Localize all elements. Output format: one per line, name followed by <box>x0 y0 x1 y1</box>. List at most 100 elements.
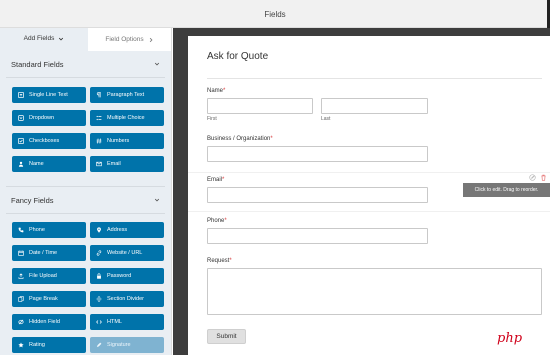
field-button-label: Dropdown <box>29 115 55 121</box>
upload-icon <box>18 273 24 279</box>
field-button-hidden-field[interactable]: Hidden Field <box>12 314 86 330</box>
dropdown-icon <box>18 115 24 121</box>
request-textarea[interactable] <box>207 268 542 315</box>
standard-fields-grid: Single Line Text Paragraph Text Dropdown… <box>0 78 171 172</box>
code-icon <box>96 320 102 324</box>
link-icon <box>96 250 102 256</box>
trash-icon[interactable] <box>540 174 547 181</box>
chevron-down-icon <box>59 37 64 40</box>
form-canvas: Ask for Quote Name* First Last Business … <box>173 28 550 355</box>
required-mark: * <box>229 258 232 264</box>
submit-button[interactable]: Submit <box>207 329 246 344</box>
field-button-file-upload[interactable]: File Upload <box>12 268 86 284</box>
field-button-label: Signature <box>107 342 131 348</box>
edit-hint-tooltip: Click to edit. Drag to reorder. <box>463 183 550 197</box>
phone-input[interactable] <box>207 228 428 244</box>
eye-slash-icon <box>18 319 24 325</box>
business-label: Business / Organization* <box>207 136 273 142</box>
field-button-label: HTML <box>107 319 122 325</box>
phone-icon <box>18 227 24 233</box>
divider-icon <box>96 296 102 302</box>
business-label-text: Business / Organization <box>207 136 271 142</box>
last-name-input[interactable] <box>321 98 428 114</box>
form-preview: Ask for Quote Name* First Last Business … <box>188 36 550 355</box>
field-button-label: Paragraph Text <box>107 92 145 98</box>
field-button-multiple-choice[interactable]: Multiple Choice <box>90 110 164 126</box>
field-button-label: Checkboxes <box>29 138 60 144</box>
field-button-label: Date / Time <box>29 250 58 256</box>
pen-icon <box>96 342 102 348</box>
chevron-down-icon <box>154 62 160 66</box>
hash-icon <box>96 138 102 144</box>
envelope-icon <box>96 161 102 167</box>
last-name-sublabel: Last <box>321 116 331 122</box>
field-button-date-time[interactable]: Date / Time <box>12 245 86 261</box>
field-button-address[interactable]: Address <box>90 222 164 238</box>
email-input[interactable] <box>207 187 428 203</box>
field-button-checkboxes[interactable]: Checkboxes <box>12 133 86 149</box>
sidebar-tabs: Add Fields Field Options <box>0 28 171 51</box>
name-label-text: Name <box>207 88 224 94</box>
text-icon <box>18 92 24 98</box>
field-button-name[interactable]: Name <box>12 156 86 172</box>
watermark-logo: php <box>488 331 534 349</box>
name-label: Name* <box>207 88 225 94</box>
field-button-email[interactable]: Email <box>90 156 164 172</box>
field-button-label: Website / URL <box>107 250 143 256</box>
field-button-section-divider[interactable]: Section Divider <box>90 291 164 307</box>
field-button-phone[interactable]: Phone <box>12 222 86 238</box>
standard-fields-header[interactable]: Standard Fields <box>0 51 171 77</box>
tab-field-options-label: Field Options <box>105 36 144 43</box>
field-button-password[interactable]: Password <box>90 268 164 284</box>
field-button-dropdown[interactable]: Dropdown <box>12 110 86 126</box>
fancy-fields-header[interactable]: Fancy Fields <box>0 187 171 213</box>
field-button-label: Email <box>107 161 121 167</box>
field-button-label: Phone <box>29 227 45 233</box>
field-button-label: Single Line Text <box>29 92 68 98</box>
pages-icon <box>18 296 24 302</box>
request-label-text: Request <box>207 258 230 264</box>
field-button-numbers[interactable]: Numbers <box>90 133 164 149</box>
paragraph-icon <box>96 92 101 98</box>
tab-field-options[interactable]: Field Options <box>88 28 171 51</box>
user-icon <box>18 161 24 167</box>
duplicate-icon[interactable] <box>529 174 536 181</box>
email-label: Email* <box>207 177 224 183</box>
field-button-single-line-text[interactable]: Single Line Text <box>12 87 86 103</box>
field-button-html[interactable]: HTML <box>90 314 164 330</box>
field-button-label: Name <box>29 161 44 167</box>
required-mark: * <box>222 177 225 183</box>
required-mark: * <box>224 218 227 224</box>
field-button-label: Rating <box>29 342 45 348</box>
required-mark: * <box>223 88 226 94</box>
top-bar: Fields <box>0 0 550 28</box>
field-button-label: Password <box>107 273 132 279</box>
request-label: Request* <box>207 258 232 264</box>
chevron-right-icon <box>149 37 153 42</box>
field-button-paragraph-text[interactable]: Paragraph Text <box>90 87 164 103</box>
star-icon <box>18 342 24 348</box>
map-pin-icon <box>97 227 101 233</box>
checkbox-icon <box>18 138 24 144</box>
field-button-label: Section Divider <box>107 296 144 302</box>
field-button-website-url[interactable]: Website / URL <box>90 245 164 261</box>
calendar-icon <box>18 250 24 256</box>
form-title: Ask for Quote <box>207 51 269 62</box>
field-button-label: Multiple Choice <box>107 115 145 121</box>
tab-add-fields-label: Add Fields <box>23 35 55 42</box>
phone-label-text: Phone <box>207 218 225 224</box>
tab-add-fields[interactable]: Add Fields <box>0 28 88 51</box>
page-title: Fields <box>264 10 286 19</box>
field-button-label: Page Break <box>29 296 58 302</box>
field-button-page-break[interactable]: Page Break <box>12 291 86 307</box>
first-name-input[interactable] <box>207 98 313 114</box>
field-button-signature[interactable]: Signature <box>90 337 164 353</box>
fancy-fields-grid: Phone Address Date / Time Website / URL … <box>0 214 171 353</box>
title-divider <box>207 78 542 79</box>
fields-sidebar: Add Fields Field Options Standard Fields… <box>0 28 172 355</box>
field-button-label: Address <box>107 227 128 233</box>
business-input[interactable] <box>207 146 428 162</box>
field-button-rating[interactable]: Rating <box>12 337 86 353</box>
chevron-down-icon <box>154 198 160 202</box>
first-name-sublabel: First <box>207 116 217 122</box>
